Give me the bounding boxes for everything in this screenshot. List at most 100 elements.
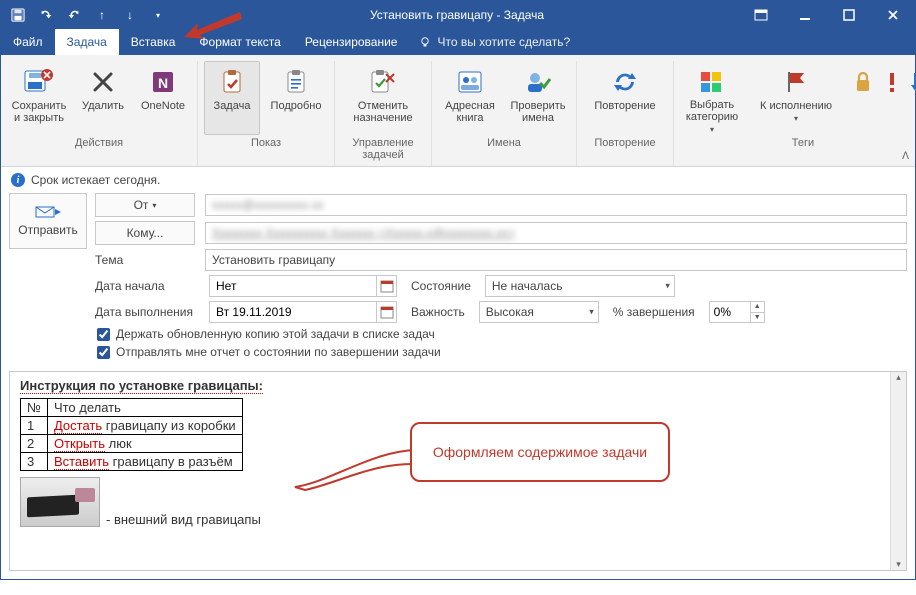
task-view-button[interactable]: Задача: [204, 61, 260, 135]
spin-down-icon[interactable]: ▼: [751, 312, 764, 323]
save-close-label: Сохранить и закрыть: [12, 100, 67, 124]
send-report-checkbox[interactable]: Отправлять мне отчет о состоянии по заве…: [97, 345, 907, 359]
send-label: Отправить: [18, 223, 78, 237]
redo-icon[interactable]: [67, 8, 81, 22]
from-field: xxxxx@xxxxxxxxx.xx: [205, 194, 907, 216]
group-show-label: Показ: [204, 135, 328, 152]
from-button[interactable]: От▾: [95, 193, 195, 217]
table-row: 3Вставить гравицапу в разъём: [21, 453, 243, 471]
due-date-field[interactable]: [209, 301, 397, 323]
priority-select[interactable]: Высокая▾: [479, 301, 599, 323]
close-button[interactable]: [871, 1, 915, 29]
annotation-callout: Оформляем содержимое задачи: [410, 422, 670, 482]
start-date-field[interactable]: [209, 275, 397, 297]
onenote-button[interactable]: N OneNote: [135, 61, 191, 135]
tab-insert[interactable]: Вставка: [119, 29, 188, 55]
percent-complete-field[interactable]: ▲▼: [709, 301, 765, 323]
subject-label: Тема: [95, 253, 195, 267]
qa-customize-icon[interactable]: ▾: [151, 8, 165, 22]
task-view-label: Задача: [214, 100, 251, 112]
chevron-down-icon: ▾: [589, 307, 594, 318]
keep-copy-label: Держать обновленную копию этой задачи в …: [116, 327, 435, 341]
tab-task-label: Задача: [67, 35, 107, 49]
image-caption: - внешний вид гравицапы: [106, 512, 261, 527]
scroll-down-icon[interactable]: ▾: [896, 559, 901, 570]
undo-icon[interactable]: [39, 8, 53, 22]
calendar-icon[interactable]: [376, 302, 396, 322]
ribbon: Сохранить и закрыть Удалить N OneNote Де…: [1, 55, 915, 167]
table-row: 1Достать гравицапу из коробки: [21, 417, 243, 435]
tab-format[interactable]: Формат текста: [187, 29, 292, 55]
delete-button[interactable]: Удалить: [75, 61, 131, 135]
ribbon-display-button[interactable]: [739, 1, 783, 29]
chevron-down-icon: ▾: [665, 281, 670, 292]
chevron-down-icon: ▾: [152, 201, 156, 210]
col-what: Что делать: [47, 399, 242, 417]
info-bar: i Срок истекает сегодня.: [1, 167, 915, 193]
check-names-button[interactable]: Проверить имена: [506, 61, 570, 135]
status-select[interactable]: Не началась ▾: [485, 275, 675, 297]
body-heading: Инструкция по установке гравицапы:: [20, 378, 263, 394]
group-names-label: Имена: [438, 135, 570, 152]
window-title: Установить гравицапу - Задача: [175, 8, 739, 22]
due-date-label: Дата выполнения: [95, 305, 195, 319]
tell-me[interactable]: Что вы хотите сделать?: [409, 35, 580, 49]
to-button[interactable]: Кому...: [95, 221, 195, 245]
info-text: Срок истекает сегодня.: [31, 173, 160, 187]
annotation-callout-text: Оформляем содержимое задачи: [433, 444, 647, 460]
task-body-editor[interactable]: Инструкция по установке гравицапы: №Что …: [9, 371, 907, 571]
address-book-label: Адресная книга: [445, 100, 495, 124]
tab-review[interactable]: Рецензирование: [293, 29, 410, 55]
group-tags-label: Теги: [680, 135, 916, 152]
tab-file[interactable]: Файл: [1, 29, 55, 55]
to-label: Кому...: [127, 226, 164, 240]
vertical-scrollbar[interactable]: ▴ ▾: [890, 372, 906, 570]
high-importance-button[interactable]: [882, 61, 902, 135]
send-icon: [35, 205, 61, 219]
start-date-label: Дата начала: [95, 279, 195, 293]
status-value: Не началась: [492, 279, 563, 293]
details-view-label: Подробно: [271, 100, 322, 112]
spin-up-icon[interactable]: ▲: [751, 302, 764, 312]
categorize-label: Выбрать категорию: [686, 99, 738, 123]
tab-file-label: Файл: [13, 35, 43, 49]
maximize-button[interactable]: [827, 1, 871, 29]
prev-item-icon[interactable]: ↑: [95, 8, 109, 22]
recurrence-button[interactable]: Повторение: [583, 61, 667, 135]
tab-insert-label: Вставка: [131, 35, 176, 49]
chevron-down-icon: ▾: [710, 125, 714, 134]
details-view-button[interactable]: Подробно: [264, 61, 328, 135]
categorize-button[interactable]: Выбрать категорию ▾: [680, 61, 744, 135]
tab-task[interactable]: Задача: [55, 29, 119, 55]
chevron-down-icon: ▾: [794, 114, 798, 123]
embedded-image: [20, 477, 100, 527]
private-button[interactable]: [848, 61, 878, 135]
recurrence-label: Повторение: [594, 100, 655, 112]
subject-field[interactable]: Установить гравицапу: [205, 249, 907, 271]
scroll-up-icon[interactable]: ▴: [896, 372, 901, 383]
group-actions-label: Действия: [7, 135, 191, 152]
cancel-assignment-button[interactable]: Отменить назначение: [341, 61, 425, 135]
low-importance-button[interactable]: [906, 61, 916, 135]
tab-format-label: Формат текста: [199, 35, 280, 49]
save-close-button[interactable]: Сохранить и закрыть: [7, 61, 71, 135]
send-button[interactable]: Отправить: [9, 193, 87, 249]
from-label: От: [134, 198, 149, 212]
address-book-button[interactable]: Адресная книга: [438, 61, 502, 135]
status-label: Состояние: [411, 279, 471, 293]
save-icon[interactable]: [11, 8, 25, 22]
next-item-icon[interactable]: ↓: [123, 8, 137, 22]
calendar-icon[interactable]: [376, 276, 396, 296]
to-field[interactable]: Xxxxxxxx Xxxxxxxxxx Xxxxxxx <Xxxxxx.x@xx…: [205, 222, 907, 244]
keep-copy-checkbox[interactable]: Держать обновленную копию этой задачи в …: [97, 327, 907, 341]
minimize-button[interactable]: [783, 1, 827, 29]
ribbon-tabs: Файл Задача Вставка Формат текста Реценз…: [1, 29, 915, 55]
check-names-label: Проверить имена: [510, 100, 565, 124]
tab-review-label: Рецензирование: [305, 35, 398, 49]
priority-label: Важность: [411, 305, 465, 319]
group-recurrence-label: Повторение: [583, 135, 667, 152]
collapse-ribbon-icon[interactable]: ᐱ: [902, 151, 909, 162]
follow-up-button[interactable]: К исполнению ▾: [748, 61, 844, 135]
annotation-callout-tail: [290, 442, 430, 492]
send-report-label: Отправлять мне отчет о состоянии по заве…: [116, 345, 441, 359]
